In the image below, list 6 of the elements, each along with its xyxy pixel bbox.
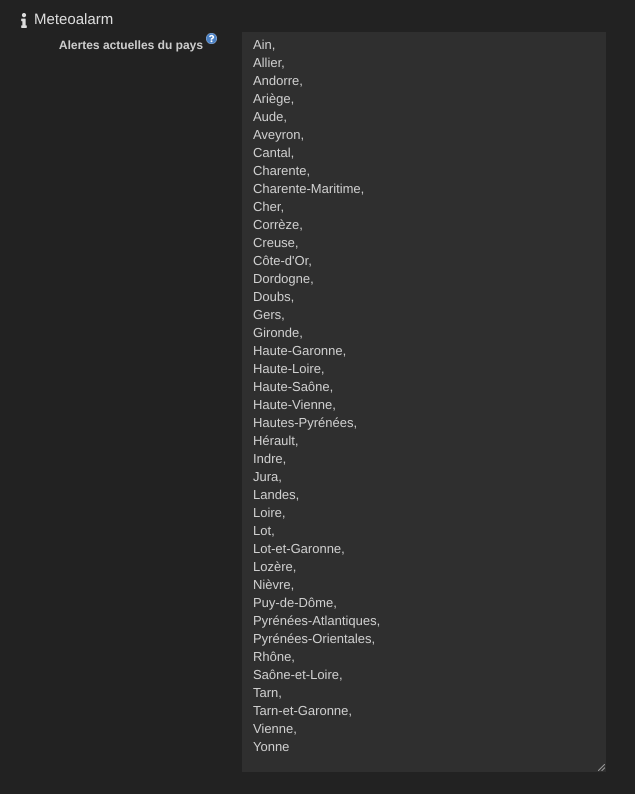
info-icon [20,12,28,28]
alerts-text-area[interactable]: Ain, Allier, Andorre, Ariège, Aude, Aveyron, Cantal, Charente, Charente-Maritime, Cher, Corrèze, Creuse, Côte-d'Or, Dordogne, Doubs, Gers, Gironde, Haute-Garonne, Haute-Loire, Haute-Saône, Haute-Vienne, Hautes-Pyrénées, Hérault, Indre, Jura, Landes, Loire, Lot, Lot-et-Garonne, Lozère, Nièvre, Puy-de-Dôme, Pyrénées-Atlantiques, Pyrénées-Orientales, Rhône, Saône-et-Loire, Tarn, Tarn-et-Garonne, Vienne, Yonne [242,32,606,772]
field-label: Alertes actuelles du pays [58,37,203,53]
section-title: Meteoalarm [34,11,114,29]
help-icon[interactable] [206,33,217,44]
resize-grip-icon [598,764,605,771]
